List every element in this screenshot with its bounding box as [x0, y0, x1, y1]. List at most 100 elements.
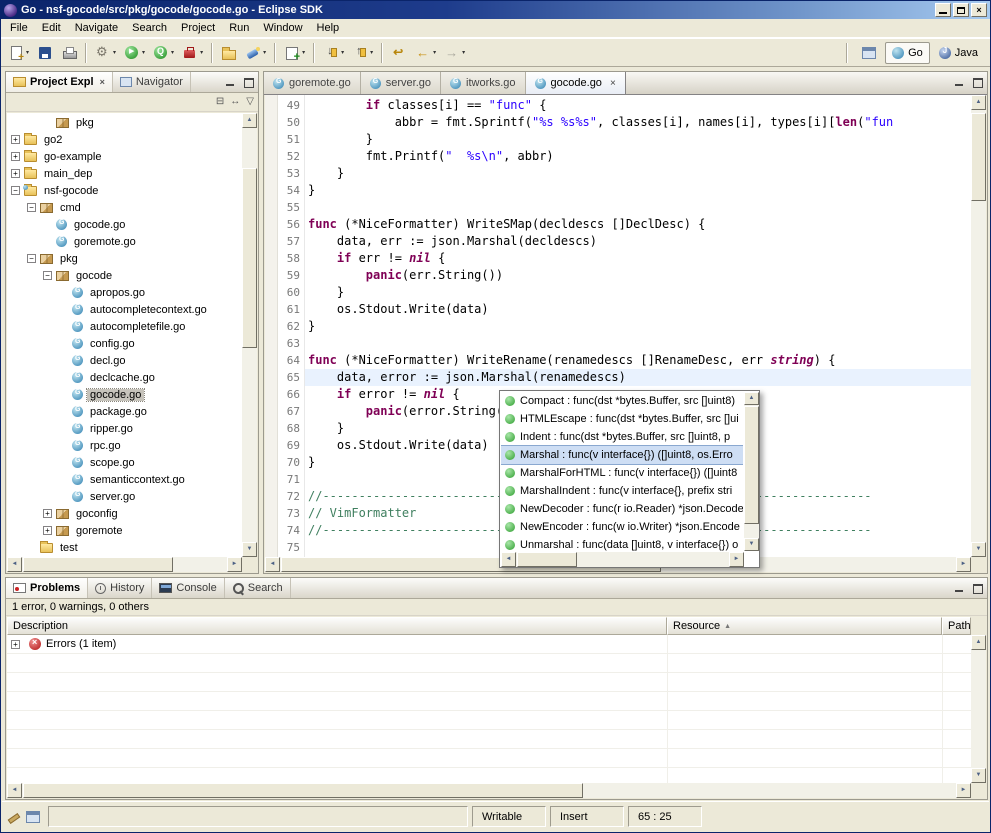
- line-number-gutter[interactable]: 4950515253545556575859606162636465666768…: [278, 95, 305, 557]
- tree-item-apropos-go[interactable]: apropos.go: [7, 284, 242, 301]
- minimize-view-button[interactable]: [223, 75, 238, 89]
- autocomplete-item[interactable]: Indent : func(dst *bytes.Buffer, src []u…: [501, 428, 743, 446]
- scroll-down-button[interactable]: ▼: [971, 542, 986, 557]
- scroll-right-button[interactable]: ►: [729, 552, 744, 567]
- open-resource-button[interactable]: [217, 41, 241, 65]
- editor-tab-goremote-go[interactable]: goremote.go: [264, 72, 361, 94]
- code-line[interactable]: }: [308, 284, 971, 301]
- scrollbar-thumb[interactable]: [23, 783, 583, 798]
- menu-project[interactable]: Project: [174, 20, 222, 36]
- editor-vertical-scrollbar[interactable]: ▲ ▼: [971, 95, 986, 557]
- minimize-button[interactable]: [935, 3, 951, 17]
- last-edit-location-button[interactable]: [387, 41, 411, 65]
- forward-button[interactable]: ▾: [440, 41, 469, 65]
- previous-annotation-button[interactable]: ▾: [348, 41, 377, 65]
- view-tab-search[interactable]: Search: [225, 578, 291, 598]
- tree-item-goremote-go[interactable]: goremote.go: [7, 233, 242, 250]
- scroll-right-button[interactable]: ►: [956, 557, 971, 572]
- tree-item-semanticcontext-go[interactable]: semanticcontext.go: [7, 471, 242, 488]
- tree-item-server-go[interactable]: server.go: [7, 488, 242, 505]
- code-line[interactable]: data, error := json.Marshal(renamedescs): [305, 369, 971, 386]
- code-line[interactable]: os.Stdout.Write(data): [308, 301, 971, 318]
- minimize-view-button[interactable]: [952, 581, 967, 595]
- autocomplete-item[interactable]: HTMLEscape : func(dst *bytes.Buffer, src…: [501, 410, 743, 428]
- run-last-launched-button[interactable]: ▾: [149, 41, 178, 65]
- code-line[interactable]: fmt.Printf(" %s\n", abbr): [308, 148, 971, 165]
- editor-tab-server-go[interactable]: server.go: [361, 72, 441, 94]
- autocomplete-item[interactable]: Unmarshal : func(data []uint8, v interfa…: [501, 536, 743, 551]
- tree-item-config-go[interactable]: config.go: [7, 335, 242, 352]
- minimize-editor-button[interactable]: [952, 75, 967, 89]
- next-annotation-button[interactable]: ▾: [319, 41, 348, 65]
- scroll-right-button[interactable]: ►: [956, 783, 971, 798]
- link-with-editor-icon[interactable]: ↔: [230, 97, 240, 107]
- scrollbar-thumb[interactable]: [23, 557, 173, 572]
- tree-item-test[interactable]: test: [7, 539, 242, 556]
- autocomplete-item[interactable]: MarshalIndent : func(v interface{}, pref…: [501, 482, 743, 500]
- autocomplete-item[interactable]: NewEncoder : func(w io.Writer) *json.Enc…: [501, 518, 743, 536]
- collapse-all-icon[interactable]: ⊟: [216, 97, 224, 107]
- scrollbar-thumb[interactable]: [744, 406, 759, 524]
- close-icon[interactable]: ×: [610, 78, 616, 89]
- column-header-description[interactable]: Description: [7, 617, 667, 635]
- menu-navigate[interactable]: Navigate: [68, 20, 125, 36]
- popup-vertical-scrollbar[interactable]: ▲ ▼: [744, 392, 759, 551]
- tree-item-declcache-go[interactable]: declcache.go: [7, 369, 242, 386]
- close-icon[interactable]: ×: [100, 77, 105, 87]
- tree-item-cmd[interactable]: −cmd: [7, 199, 242, 216]
- back-button[interactable]: ▾: [411, 41, 440, 65]
- view-tab-problems[interactable]: Problems: [6, 578, 88, 598]
- maximize-view-button[interactable]: [970, 581, 985, 595]
- expander-minus-icon[interactable]: −: [11, 186, 20, 195]
- close-button[interactable]: ×: [971, 3, 987, 17]
- scroll-left-button[interactable]: ◄: [7, 557, 22, 572]
- scroll-left-button[interactable]: ◄: [7, 783, 22, 798]
- code-line[interactable]: abbr = fmt.Sprintf("%s %s%s", classes[i]…: [308, 114, 971, 131]
- menu-search[interactable]: Search: [125, 20, 174, 36]
- scroll-left-button[interactable]: ◄: [265, 557, 280, 572]
- scroll-left-button[interactable]: ◄: [501, 552, 516, 567]
- autocomplete-item[interactable]: MarshalForHTML : func(v interface{}) ([]…: [501, 464, 743, 482]
- code-line[interactable]: panic(err.String()): [308, 267, 971, 284]
- fast-view-icon[interactable]: [26, 811, 40, 823]
- tree-item-pkg[interactable]: pkg: [7, 114, 242, 131]
- java-perspective-button[interactable]: Java: [932, 42, 985, 64]
- problems-vertical-scrollbar[interactable]: ▲ ▼: [971, 635, 986, 783]
- menu-file[interactable]: File: [3, 20, 35, 36]
- maximize-editor-button[interactable]: [970, 75, 985, 89]
- expander-plus-icon[interactable]: +: [43, 526, 52, 535]
- maximize-button[interactable]: [953, 3, 969, 17]
- expander-plus-icon[interactable]: +: [11, 169, 20, 178]
- run-button[interactable]: ▾: [120, 41, 149, 65]
- view-menu-icon[interactable]: ▽: [246, 97, 254, 107]
- tree-item-autocompletecontext-go[interactable]: autocompletecontext.go: [7, 301, 242, 318]
- editor-tab-itworks-go[interactable]: itworks.go: [441, 72, 526, 94]
- scroll-down-button[interactable]: ▼: [744, 538, 759, 551]
- autocomplete-item[interactable]: Compact : func(dst *bytes.Buffer, src []…: [501, 392, 743, 410]
- tree-item-go2[interactable]: +go2: [7, 131, 242, 148]
- autocomplete-item[interactable]: NewDecoder : func(r io.Reader) *json.Dec…: [501, 500, 743, 518]
- view-tab-console[interactable]: Console: [152, 578, 224, 598]
- annotation-ruler[interactable]: [265, 95, 278, 557]
- code-line[interactable]: if classes[i] == "func" {: [308, 97, 971, 114]
- tree-item-decl-go[interactable]: decl.go: [7, 352, 242, 369]
- problems-row[interactable]: +Errors (1 item): [7, 635, 971, 654]
- tree-item-main-dep[interactable]: +main_dep: [7, 165, 242, 182]
- view-tab-history[interactable]: History: [88, 578, 152, 598]
- scroll-up-button[interactable]: ▲: [744, 392, 759, 405]
- title-bar[interactable]: Go - nsf-gocode/src/pkg/gocode/gocode.go…: [1, 1, 990, 19]
- scrollbar-thumb[interactable]: [517, 552, 577, 567]
- explorer-vertical-scrollbar[interactable]: ▲ ▼: [242, 113, 257, 557]
- scrollbar-thumb[interactable]: [971, 113, 986, 201]
- maximize-view-button[interactable]: [241, 75, 256, 89]
- code-line[interactable]: }: [308, 182, 971, 199]
- popup-horizontal-scrollbar[interactable]: ◄ ►: [501, 552, 744, 567]
- tree-item-scope-go[interactable]: scope.go: [7, 454, 242, 471]
- problems-horizontal-scrollbar[interactable]: ◄ ►: [7, 783, 971, 798]
- tree-item-gocode-go[interactable]: gocode.go: [7, 216, 242, 233]
- new-go-element-button[interactable]: ▾: [280, 41, 309, 65]
- scroll-up-button[interactable]: ▲: [971, 95, 986, 110]
- save-button[interactable]: [33, 41, 57, 65]
- code-line[interactable]: }: [308, 131, 971, 148]
- editor-mode-icon[interactable]: [6, 810, 20, 824]
